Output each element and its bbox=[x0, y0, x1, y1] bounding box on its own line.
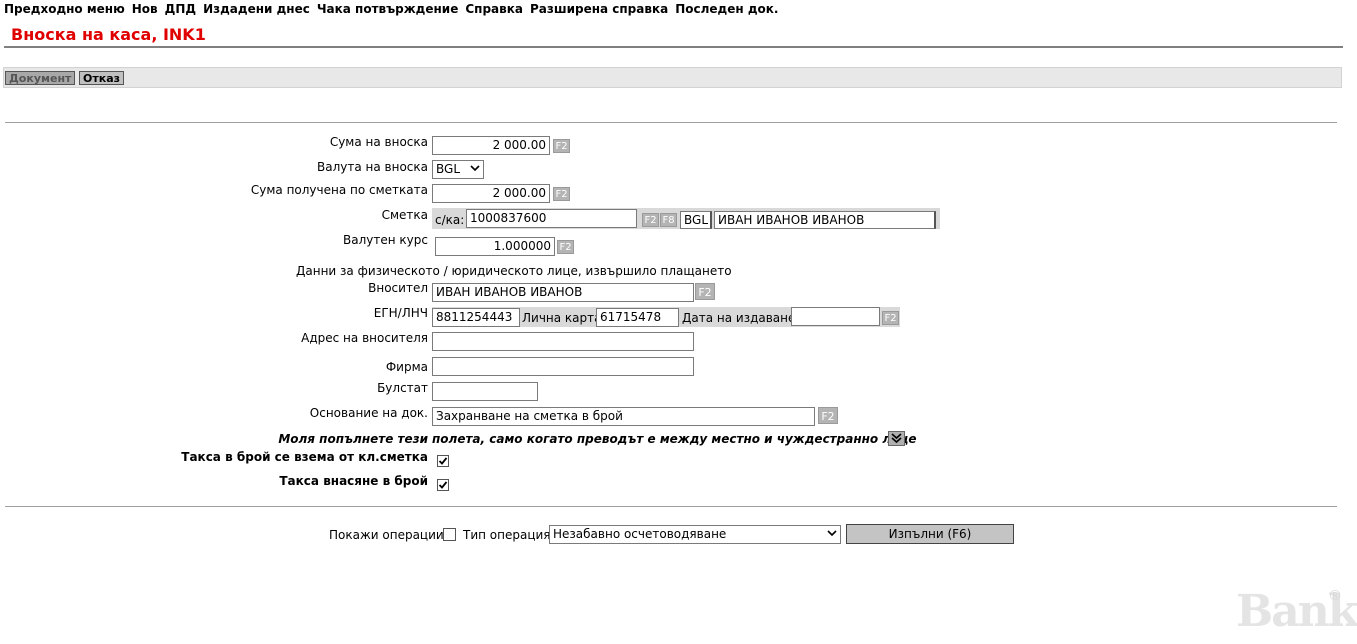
chevron-down-icon bbox=[470, 165, 480, 172]
currency-label: Валута на вноска bbox=[317, 160, 428, 174]
account-currency: BGL bbox=[680, 211, 712, 229]
amount-input[interactable]: 2 000.00 bbox=[432, 136, 550, 155]
double-chevron-down-icon bbox=[891, 433, 902, 444]
basis-input[interactable]: Захранване на сметка в брой bbox=[432, 407, 815, 426]
account-prefix: с/ка: bbox=[435, 213, 465, 227]
menu-dpd[interactable]: ДПД bbox=[165, 2, 196, 18]
account-holder: ИВАН ИВАНОВ ИВАНОВ bbox=[714, 211, 936, 229]
company-input[interactable] bbox=[432, 357, 694, 376]
company-label: Фирма bbox=[385, 360, 428, 374]
amount-f2-button[interactable]: F2 bbox=[553, 139, 570, 153]
menu-new[interactable]: Нов bbox=[132, 2, 158, 18]
account-input[interactable]: 1000837600 bbox=[466, 209, 637, 228]
operation-type-label: Тип операция bbox=[463, 528, 551, 542]
received-f2-button[interactable]: F2 bbox=[553, 187, 570, 201]
basis-label: Основание на док. bbox=[309, 406, 428, 420]
fee-from-account-label: Такса в брой се взема от кл.сметка bbox=[181, 450, 428, 464]
operation-type-select[interactable]: Незабавно осчетоводяване bbox=[549, 525, 841, 544]
egn-label: ЕГН/ЛНЧ bbox=[373, 306, 428, 320]
title-divider bbox=[4, 46, 1343, 48]
issue-date-label: Дата на издаване bbox=[682, 311, 796, 325]
fee-from-account-checkbox[interactable] bbox=[437, 455, 449, 467]
menu-previous[interactable]: Предходно меню bbox=[4, 2, 125, 18]
show-operations-label: Покажи операции bbox=[329, 528, 444, 542]
menu-last-doc[interactable]: Последен док. bbox=[675, 2, 778, 18]
received-amount-input[interactable]: 2 000.00 bbox=[432, 184, 550, 203]
checkmark-icon bbox=[438, 457, 448, 465]
menu-extended-report[interactable]: Разширена справка bbox=[530, 2, 668, 18]
form-bottom-divider bbox=[5, 506, 1337, 507]
person-section-header: Данни за физическото / юридическото лице… bbox=[296, 264, 732, 278]
rate-input[interactable]: 1.000000 bbox=[435, 237, 555, 256]
currency-select[interactable]: BGL bbox=[432, 160, 484, 179]
menu-report[interactable]: Справка bbox=[465, 2, 523, 18]
note-part2: полета, само когато преводът е между мес… bbox=[432, 432, 917, 446]
bulstat-label: Булстат bbox=[377, 381, 428, 395]
chevron-down-icon bbox=[827, 530, 837, 537]
egn-input[interactable]: 8811254443 bbox=[432, 308, 520, 327]
page-title: Вноска на каса, INK1 bbox=[11, 25, 206, 44]
execute-button[interactable]: Изпълни (F6) bbox=[846, 524, 1014, 544]
depositor-input[interactable]: ИВАН ИВАНОВ ИВАНОВ bbox=[432, 283, 694, 302]
amount-label: Сума на вноска bbox=[329, 135, 428, 149]
address-input[interactable] bbox=[432, 332, 694, 351]
account-f8-button[interactable]: F8 bbox=[660, 213, 677, 227]
bulstat-input[interactable] bbox=[432, 382, 538, 401]
checkmark-icon bbox=[438, 481, 448, 489]
address-label: Адрес на вносителя bbox=[301, 331, 428, 345]
registered-mark: ® bbox=[1328, 588, 1342, 604]
received-amount-label: Сума получена по сметката bbox=[250, 183, 428, 197]
tab-bar: Документ Отказ bbox=[3, 67, 1342, 88]
id-card-label: Лична карта bbox=[522, 311, 602, 325]
show-operations-checkbox[interactable] bbox=[443, 528, 456, 541]
menu-issued-today[interactable]: Издадени днес bbox=[203, 2, 310, 18]
operation-type-selected: Незабавно осчетоводяване bbox=[553, 527, 727, 541]
tab-cancel[interactable]: Отказ bbox=[79, 71, 125, 85]
rate-label: Валутен курс bbox=[343, 233, 428, 247]
expand-button[interactable] bbox=[888, 431, 905, 446]
id-card-input[interactable]: 61715478 bbox=[596, 308, 679, 327]
tab-document[interactable]: Документ bbox=[5, 71, 76, 85]
currency-selected: BGL bbox=[436, 162, 461, 176]
depositor-label: Вносител bbox=[368, 281, 428, 295]
form-top-divider bbox=[5, 122, 1337, 123]
fee-cash-label: Такса внасяне в брой bbox=[279, 474, 428, 488]
account-label: Сметка bbox=[381, 208, 428, 222]
fee-cash-checkbox[interactable] bbox=[437, 479, 449, 491]
rate-f2-button[interactable]: F2 bbox=[557, 240, 574, 254]
account-f2-button[interactable]: F2 bbox=[642, 213, 659, 227]
menu-awaiting-confirmation[interactable]: Чака потвърждение bbox=[317, 2, 459, 18]
issue-date-f2-button[interactable]: F2 bbox=[882, 311, 899, 325]
depositor-f2-button[interactable]: F2 bbox=[695, 283, 715, 300]
issue-date-input[interactable] bbox=[791, 307, 880, 326]
note-part1: Моля попълнете тези bbox=[278, 432, 428, 446]
basis-f2-button[interactable]: F2 bbox=[818, 407, 838, 424]
top-menu: Предходно меню Нов ДПД Издадени днес Чак… bbox=[4, 2, 785, 18]
